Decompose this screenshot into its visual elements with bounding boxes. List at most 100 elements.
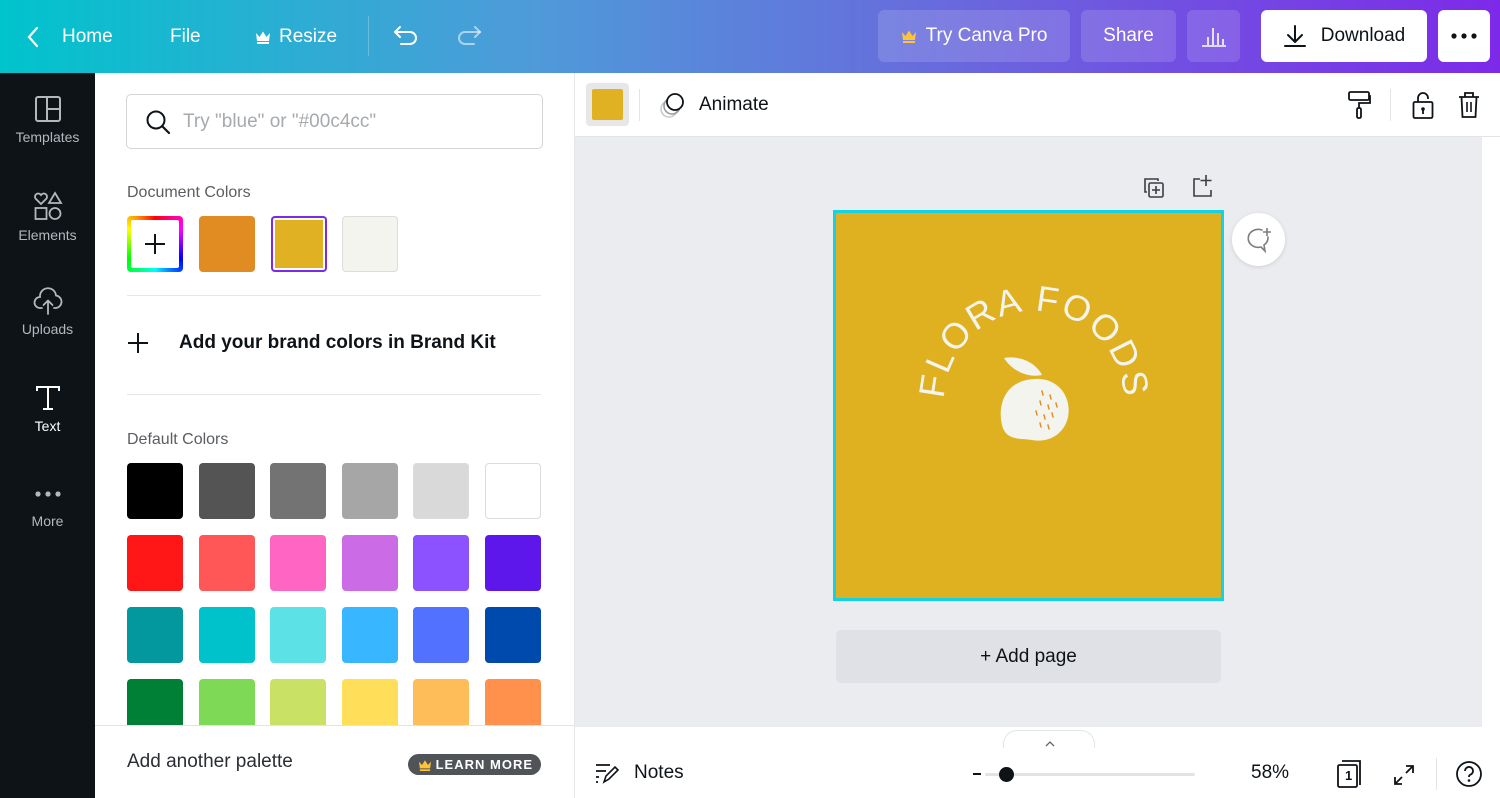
default-color-swatch[interactable] xyxy=(270,679,327,725)
elements-icon xyxy=(33,191,63,220)
default-color-swatch[interactable] xyxy=(485,535,541,591)
fullscreen-button[interactable] xyxy=(1389,760,1419,790)
add-new-page-button[interactable] xyxy=(1189,173,1215,199)
more-icon xyxy=(34,491,61,497)
crown-icon xyxy=(901,30,916,43)
duplicate-icon xyxy=(1144,178,1164,198)
animate-icon xyxy=(660,93,684,118)
divider xyxy=(639,89,640,121)
undo-button[interactable] xyxy=(390,20,422,52)
bar-chart-icon xyxy=(1201,28,1226,47)
share-button[interactable]: Share xyxy=(1081,10,1176,62)
fruit-shape xyxy=(1000,378,1069,441)
rail-label-templates: Templates xyxy=(15,129,80,145)
home-label: Home xyxy=(62,25,113,47)
animate-button[interactable]: Animate xyxy=(657,87,769,123)
default-color-swatch[interactable] xyxy=(270,463,327,519)
color-picker-button[interactable] xyxy=(586,83,629,126)
divider xyxy=(368,16,369,56)
copy-style-button[interactable] xyxy=(1343,87,1375,123)
delete-button[interactable] xyxy=(1453,87,1485,123)
redo-button[interactable] xyxy=(453,20,485,52)
default-color-swatch[interactable] xyxy=(127,607,183,663)
more-options-button[interactable] xyxy=(1438,10,1490,62)
default-color-swatch[interactable] xyxy=(270,535,327,591)
default-color-swatch[interactable] xyxy=(341,679,398,725)
design-page[interactable]: FLORA FOODS xyxy=(833,210,1224,601)
home-button[interactable]: Home xyxy=(26,0,113,73)
vertical-scrollbar[interactable] xyxy=(1482,137,1500,727)
zoom-percentage[interactable]: 58% xyxy=(1251,762,1289,784)
help-button[interactable] xyxy=(1454,759,1484,789)
default-color-swatch[interactable] xyxy=(198,463,255,519)
rail-label-text: Text xyxy=(34,418,61,434)
default-color-swatch[interactable] xyxy=(127,463,183,519)
uploads-icon xyxy=(33,287,62,315)
file-menu[interactable]: File xyxy=(170,0,201,73)
add-page-icon xyxy=(1193,175,1212,197)
default-color-swatch[interactable] xyxy=(485,679,541,725)
notes-icon xyxy=(596,764,620,784)
context-toolbar: Animate xyxy=(575,73,1500,137)
resize-label: Resize xyxy=(279,25,338,47)
more-horizontal-icon xyxy=(1451,33,1477,39)
default-color-swatch[interactable] xyxy=(485,463,541,519)
crown-icon xyxy=(418,759,431,771)
page-count: 1 xyxy=(1345,768,1353,783)
default-color-swatch[interactable] xyxy=(198,679,255,725)
try-canva-pro-button[interactable]: Try Canva Pro xyxy=(878,10,1070,62)
page-count-button[interactable]: 1 xyxy=(1335,758,1365,790)
rail-item-more[interactable]: More xyxy=(0,487,95,567)
default-color-swatch[interactable] xyxy=(127,535,183,591)
bottom-bar: Notes 58% 1 xyxy=(575,748,1500,798)
comment-add-icon xyxy=(1246,227,1271,253)
current-color-swatch xyxy=(592,89,623,120)
crown-icon xyxy=(256,31,270,44)
add-comment-button[interactable] xyxy=(1232,213,1285,266)
rail-label-elements: Elements xyxy=(18,227,77,243)
notes-label: Notes xyxy=(634,762,684,783)
show-pages-tab[interactable] xyxy=(1003,730,1095,750)
leaf-shape xyxy=(1004,357,1042,376)
default-color-swatch[interactable] xyxy=(413,463,470,519)
default-color-swatches xyxy=(95,73,574,725)
insights-button[interactable] xyxy=(1187,10,1240,62)
duplicate-page-button[interactable] xyxy=(1141,175,1167,201)
default-color-swatch[interactable] xyxy=(341,463,398,519)
animate-label: Animate xyxy=(699,94,769,115)
download-icon xyxy=(1283,25,1306,47)
default-color-swatch[interactable] xyxy=(270,607,327,663)
default-color-swatch[interactable] xyxy=(198,535,255,591)
zoom-slider[interactable] xyxy=(985,767,1195,782)
add-page-button[interactable]: + Add page xyxy=(836,630,1221,683)
lock-button[interactable] xyxy=(1407,87,1439,123)
add-palette-row: Add another palette LEARN MORE xyxy=(95,725,574,798)
expand-icon xyxy=(1394,765,1414,785)
notes-button[interactable]: Notes xyxy=(595,758,684,788)
default-color-swatch[interactable] xyxy=(413,679,470,725)
learn-more-button[interactable]: LEARN MORE xyxy=(407,754,541,775)
resize-button[interactable]: Resize xyxy=(255,0,337,73)
paint-roller-icon xyxy=(1348,91,1371,119)
rail-item-elements[interactable]: Elements xyxy=(0,191,95,271)
color-panel: Document Colors Add your brand colors in… xyxy=(95,73,575,798)
chevron-left-icon xyxy=(27,26,39,47)
rail-item-uploads[interactable]: Uploads xyxy=(0,287,95,367)
rail-item-templates[interactable]: Templates xyxy=(0,95,95,175)
zoom-slider-thumb[interactable] xyxy=(998,767,1014,782)
default-color-swatch[interactable] xyxy=(198,607,255,663)
flora-foods-logo[interactable]: FLORA FOODS xyxy=(836,213,1221,598)
undo-icon xyxy=(394,26,417,45)
download-label: Download xyxy=(1320,25,1406,46)
help-icon xyxy=(1456,761,1482,787)
default-color-swatch[interactable] xyxy=(341,607,398,663)
default-color-swatch[interactable] xyxy=(341,535,398,591)
try-canva-pro-label: Try Canva Pro xyxy=(925,25,1048,46)
default-color-swatch[interactable] xyxy=(485,607,541,663)
default-color-swatch[interactable] xyxy=(127,679,183,725)
rail-item-text[interactable]: Text xyxy=(0,384,95,464)
default-color-swatch[interactable] xyxy=(413,607,470,663)
download-button[interactable]: Download xyxy=(1261,10,1427,62)
default-color-swatch[interactable] xyxy=(413,535,470,591)
side-rail: Templates Elements Uploads Text More xyxy=(0,73,95,798)
